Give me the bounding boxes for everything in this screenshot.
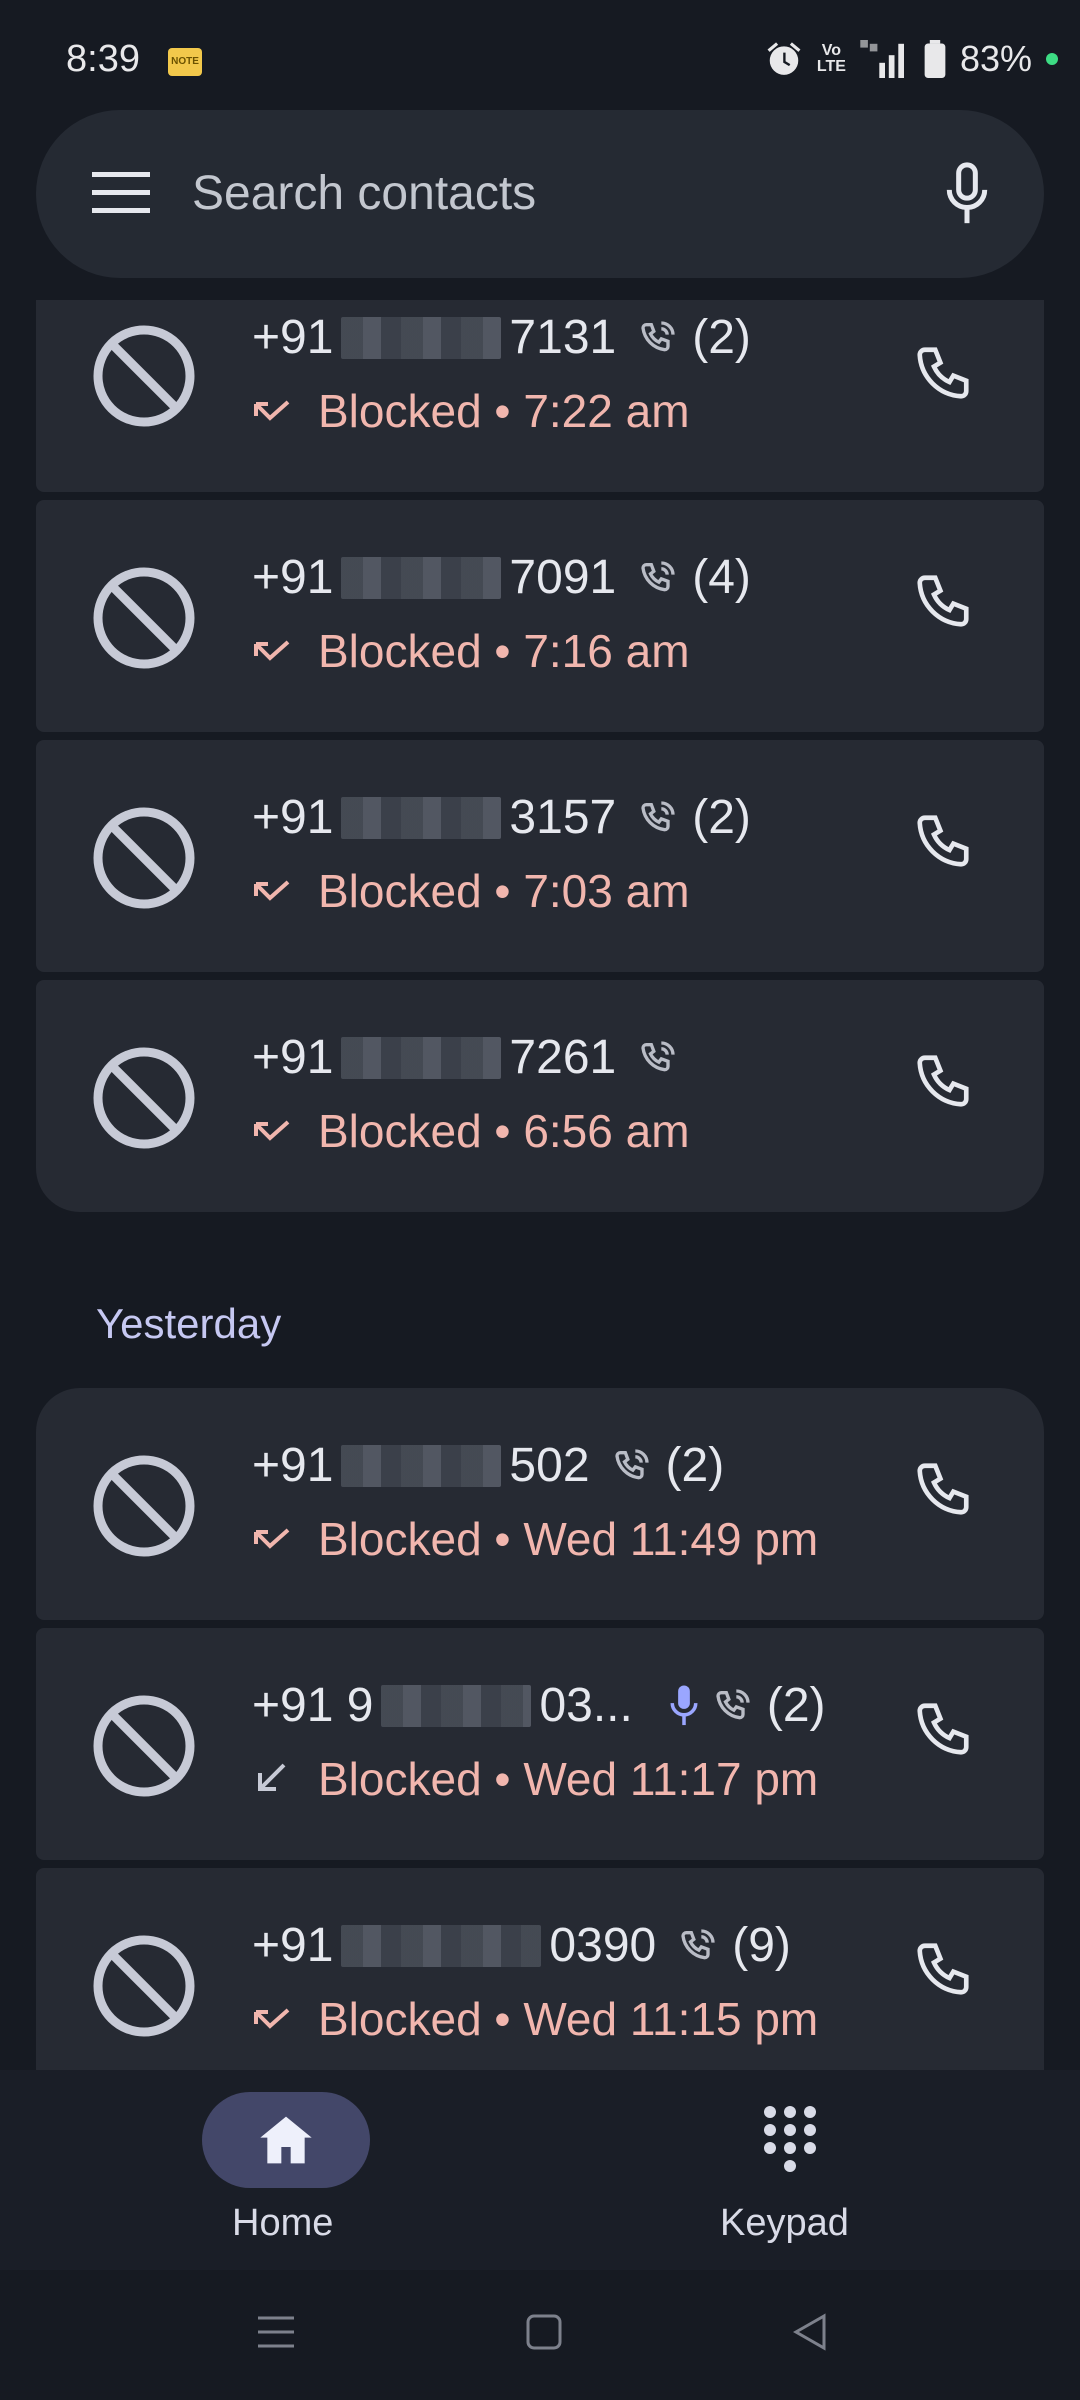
call-status: Blocked • 7:22 am — [252, 384, 690, 438]
redacted-digits — [341, 796, 502, 839]
call-button[interactable] — [912, 810, 974, 872]
blocked-icon — [93, 807, 195, 909]
wifi-call-icon — [638, 1038, 678, 1078]
call-status: Blocked • Wed 11:17 pm — [252, 1752, 818, 1806]
call-button[interactable] — [912, 342, 974, 404]
caller-number: +91 3157 (2) — [252, 791, 751, 844]
redacted-digits — [341, 556, 502, 599]
redacted-digits — [341, 1036, 502, 1079]
call-log-item[interactable]: +91 7261 Blocked • 6:56 am — [36, 980, 1044, 1212]
search-bar[interactable]: Search contacts — [36, 110, 1044, 278]
call-status: Blocked • 7:16 am — [252, 624, 690, 678]
alarm-icon — [767, 42, 801, 75]
battery-percent: 83% — [959, 38, 1032, 79]
call-status: Blocked • Wed 11:49 pm — [252, 1512, 818, 1566]
recents-icon[interactable] — [256, 2312, 296, 2352]
wifi-call-icon — [638, 558, 678, 598]
call-log-item[interactable]: +91 502 (2) Blocked • Wed 11:49 pm — [36, 1388, 1044, 1620]
call-log-item[interactable]: +91 0390 (9) Blocked • Wed 11:15 pm — [36, 1868, 1044, 2070]
missed-call-arrow-icon — [252, 876, 292, 906]
caller-number: +91 7091 (4) — [252, 551, 751, 604]
system-navigation-bar — [0, 2270, 1080, 2400]
call-log-item[interactable]: +91 7091 (4) Blocked • 7:16 am — [36, 500, 1044, 732]
nav-home-label[interactable]: Home — [232, 2202, 333, 2245]
call-log-item[interactable]: +91 7131 (2) Blocked • 7:22 am — [36, 300, 1044, 492]
search-input[interactable]: Search contacts — [192, 166, 536, 221]
blocked-icon — [93, 1455, 195, 1557]
bottom-navigation: Home Keypad — [0, 2070, 1080, 2270]
missed-call-arrow-icon — [252, 1116, 292, 1146]
call-button[interactable] — [912, 1050, 974, 1112]
missed-call-arrow-icon — [252, 636, 292, 666]
wifi-call-icon — [638, 798, 678, 838]
status-time: 8:39 — [66, 38, 140, 80]
keypad-icon[interactable] — [762, 2104, 818, 2174]
incoming-call-arrow-icon — [252, 1761, 292, 1797]
blocked-icon — [93, 1047, 195, 1149]
blocked-icon — [93, 325, 195, 427]
sticky-note-icon: NOTE — [168, 48, 202, 76]
nav-home-button[interactable] — [202, 2092, 370, 2188]
status-icons: Vo LTE 83% — [765, 38, 1058, 80]
caller-number: +91 502 (2) — [252, 1439, 725, 1492]
privacy-dot — [1046, 53, 1058, 65]
volte-icon: Vo LTE — [816, 42, 846, 75]
missed-call-arrow-icon — [252, 396, 292, 426]
blocked-icon — [93, 1695, 195, 1797]
battery-icon — [924, 40, 946, 78]
call-button[interactable] — [912, 1938, 974, 2000]
missed-call-arrow-icon — [252, 2004, 292, 2034]
redacted-digits — [381, 1684, 532, 1727]
recording-mic-icon — [669, 1684, 699, 1728]
call-button[interactable] — [912, 570, 974, 632]
blocked-icon — [93, 1935, 195, 2037]
caller-number: +91 0390 (9) — [252, 1919, 791, 1972]
wifi-call-icon — [713, 1686, 753, 1726]
caller-number: +91 7261 — [252, 1030, 692, 1085]
blocked-icon — [93, 567, 195, 669]
call-button[interactable] — [912, 1458, 974, 1520]
call-log-item[interactable]: +91 3157 (2) Blocked • 7:03 am — [36, 740, 1044, 972]
back-icon[interactable] — [790, 2312, 830, 2352]
wifi-call-icon — [612, 1446, 652, 1486]
caller-number: +91 9 03... (2) — [252, 1679, 826, 1732]
redacted-digits — [341, 316, 502, 359]
wifi-call-icon — [638, 318, 678, 358]
status-bar: 8:39 NOTE Vo LTE 83% — [0, 0, 1080, 110]
caller-number: +91 7131 (2) — [252, 311, 751, 364]
signal-icon — [860, 40, 904, 78]
wifi-call-icon — [678, 1926, 718, 1966]
section-header-yesterday: Yesterday — [96, 1300, 282, 1347]
home-icon — [260, 2116, 312, 2164]
nav-keypad-label[interactable]: Keypad — [720, 2202, 849, 2245]
microphone-icon[interactable] — [942, 162, 992, 226]
call-status: Blocked • 6:56 am — [252, 1104, 690, 1158]
call-log-item[interactable]: +91 9 03... (2) Blocked • Wed 11:17 pm — [36, 1628, 1044, 1860]
call-button[interactable] — [912, 1698, 974, 1760]
call-status: Blocked • Wed 11:15 pm — [252, 1992, 818, 2046]
redacted-digits — [341, 1444, 502, 1487]
missed-call-arrow-icon — [252, 1524, 292, 1554]
call-status: Blocked • 7:03 am — [252, 864, 690, 918]
home-system-icon[interactable] — [524, 2312, 564, 2352]
menu-icon[interactable] — [92, 172, 150, 214]
redacted-digits — [341, 1924, 542, 1967]
